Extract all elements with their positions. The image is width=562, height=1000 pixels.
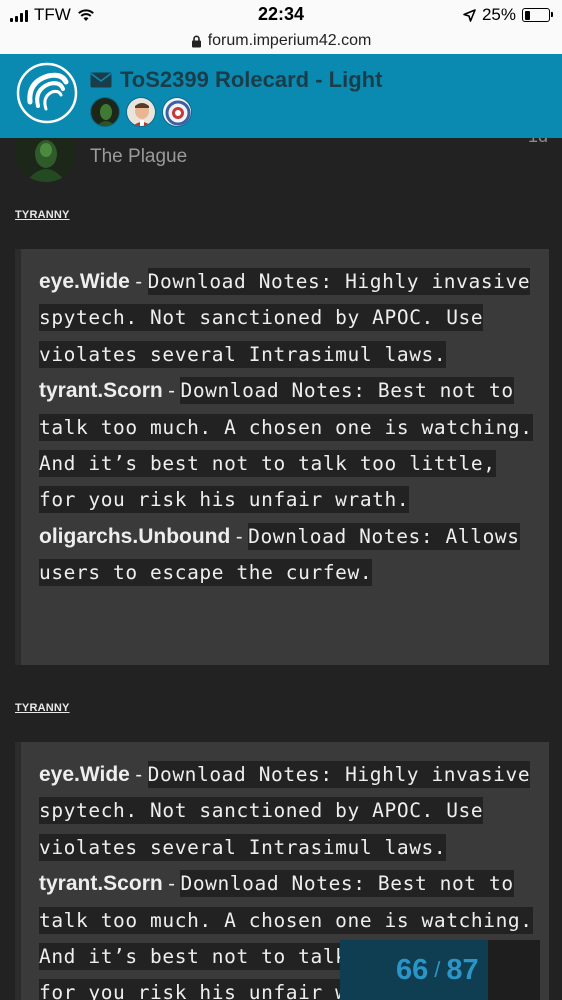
status-right: 25% — [463, 5, 553, 25]
section-heading: TYRANNY — [15, 209, 70, 221]
location-arrow-icon — [463, 8, 476, 22]
participant-avatars — [90, 97, 192, 127]
progress-separator: / — [434, 957, 441, 982]
topic-title-row[interactable]: ToS2399 Rolecard - Light — [90, 67, 382, 93]
url-domain: forum.imperium42.com — [207, 32, 372, 49]
participant-avatar[interactable] — [90, 97, 120, 127]
ability-entry: tyrant.Scorn - Download Notes: Best not … — [39, 377, 533, 514]
topic-title[interactable]: ToS2399 Rolecard - Light — [120, 67, 382, 93]
participant-avatar[interactable] — [126, 97, 156, 127]
lock-icon — [191, 35, 201, 47]
battery-percent: 25% — [481, 5, 516, 24]
ability-name: eye.Wide — [39, 270, 130, 293]
private-message-icon — [90, 72, 112, 88]
ability-name: tyrant.Scorn — [39, 872, 163, 896]
ability-entry: oligarchs.Unbound - Download Notes: Allo… — [39, 522, 520, 587]
site-logo[interactable] — [16, 62, 78, 124]
poster-username[interactable]: The Plague — [90, 146, 187, 168]
ability-name: tyrant.Scorn — [39, 379, 163, 403]
progress-track — [488, 940, 540, 1000]
battery-icon — [522, 8, 553, 22]
participant-avatar[interactable] — [162, 97, 192, 127]
topic-header: ToS2399 Rolecard - Light — [0, 54, 562, 138]
ability-entry: eye.Wide - Download Notes: Highly invasi… — [39, 268, 531, 368]
battery-level — [524, 10, 531, 20]
section-heading: TYRANNY — [15, 702, 70, 714]
ability-name: eye.Wide — [39, 763, 130, 786]
url-bar[interactable]: forum.imperium42.com — [0, 28, 562, 54]
progress-current: 66 — [396, 953, 429, 986]
progress-total: 87 — [446, 953, 479, 986]
role-block: eye.Wide - Download Notes: Highly invasi… — [15, 249, 549, 665]
ability-name: oligarchs.Unbound — [39, 524, 231, 548]
ability-entry: eye.Wide - Download Notes: Highly invasi… — [39, 761, 531, 861]
status-bar: TFW 22:34 25% — [0, 0, 562, 28]
